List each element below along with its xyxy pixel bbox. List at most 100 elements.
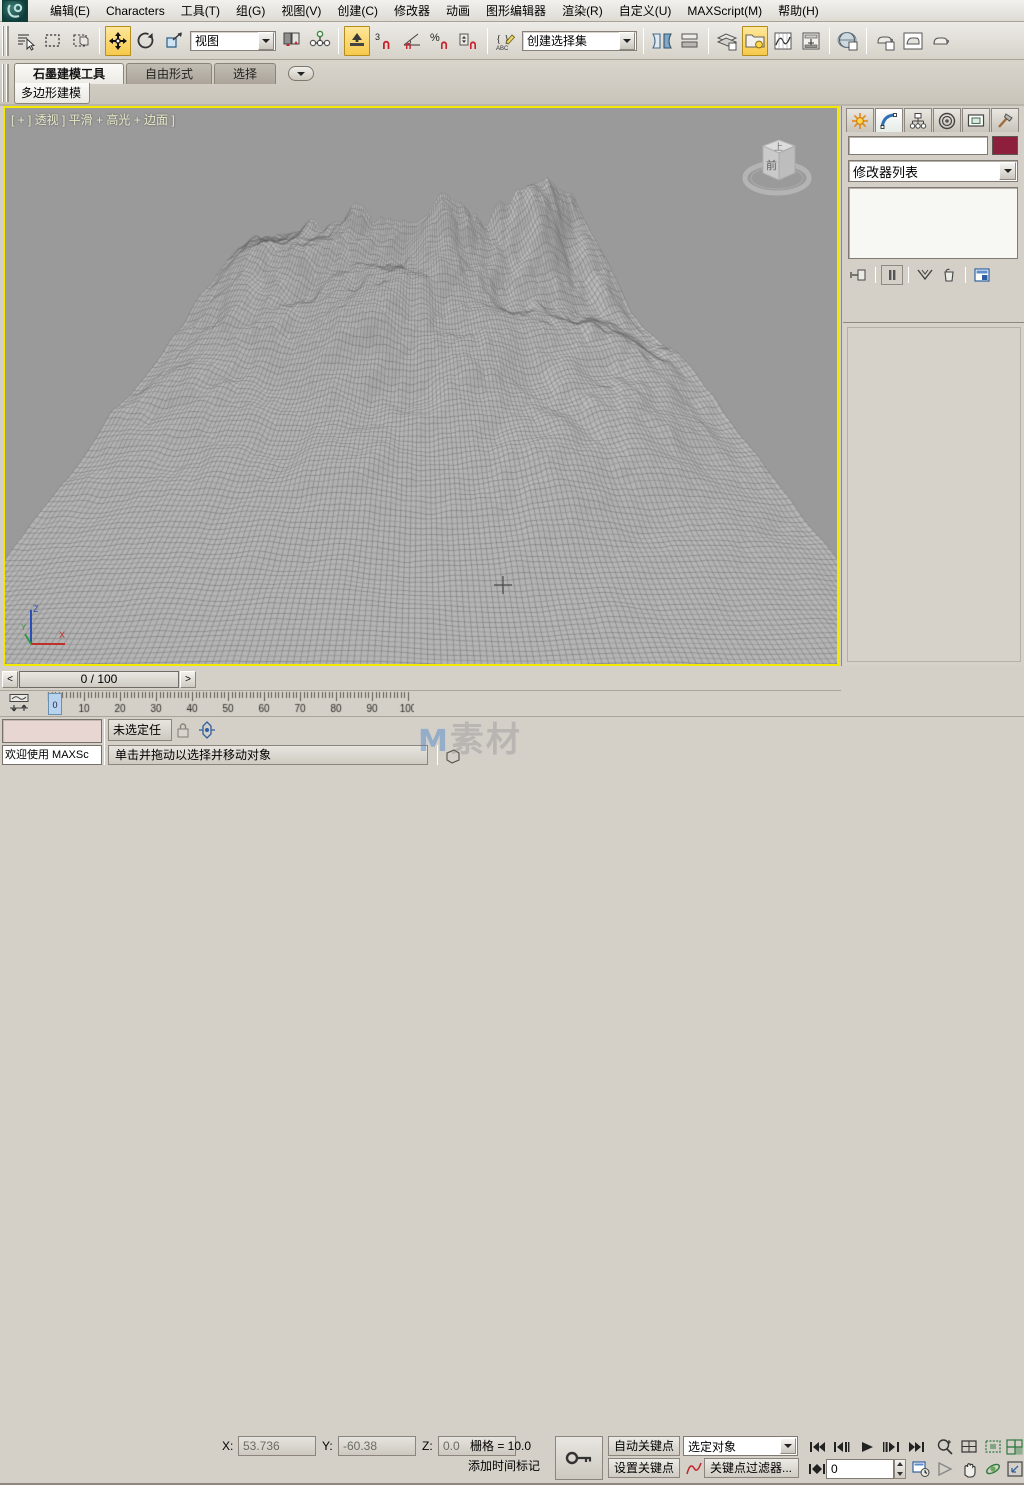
angle-snap-toggle-button[interactable]	[400, 26, 426, 56]
ribbon-grip[interactable]	[2, 64, 9, 102]
zoom-all-button[interactable]	[958, 1436, 980, 1458]
named-selection-sets-combo[interactable]: 创建选择集	[522, 30, 637, 51]
current-frame-field[interactable]: 0	[826, 1459, 894, 1479]
zoom-button[interactable]	[934, 1436, 956, 1458]
create-tab[interactable]	[846, 108, 874, 132]
coord-x[interactable]: 53.736	[238, 1436, 316, 1456]
align-button[interactable]	[677, 26, 703, 56]
hierarchy-tab[interactable]	[904, 108, 932, 132]
modifier-stack-list[interactable]	[848, 187, 1018, 259]
terrain-mesh-canvas[interactable]	[5, 108, 837, 664]
rectangular-selection-region-button[interactable]	[40, 26, 66, 56]
key-mode-combo[interactable]: 选定对象	[683, 1436, 798, 1456]
menu-rendering[interactable]: 渲染(R)	[554, 2, 611, 20]
field-of-view-button[interactable]	[934, 1458, 956, 1480]
use-pivot-point-center-button[interactable]	[279, 26, 305, 56]
modify-tab[interactable]	[875, 108, 903, 132]
ribbon-subtab-polygon-modeling[interactable]: 多边形建模	[14, 83, 91, 104]
make-unique-button[interactable]	[914, 265, 936, 285]
maxscript-listener-entry[interactable]: 欢迎使用 MAXSc	[2, 745, 102, 765]
set-key-button[interactable]: 设置关键点	[608, 1458, 680, 1478]
toggle-scene-explorer-button[interactable]	[742, 25, 768, 56]
next-frame-button[interactable]	[880, 1436, 902, 1458]
spinner-snap-toggle-button[interactable]	[456, 26, 482, 56]
edit-named-selection-sets-button[interactable]: { } ABC	[493, 26, 519, 56]
coord-system-chevron-down-icon[interactable]	[258, 31, 274, 50]
select-by-name-button[interactable]	[12, 26, 38, 56]
select-and-scale-button[interactable]	[161, 26, 187, 56]
go-to-end-button[interactable]	[906, 1436, 928, 1458]
menu-tools[interactable]: 工具(T)	[173, 2, 228, 20]
menu-characters[interactable]: Characters	[98, 2, 173, 20]
toolbar-grip[interactable]	[2, 25, 9, 56]
select-and-move-button[interactable]	[105, 25, 131, 56]
menu-edit[interactable]: 编辑(E)	[42, 2, 98, 20]
ribbon-tab-graphite-modeling[interactable]: 石墨建模工具	[14, 63, 125, 84]
selection-lock-toggle-button[interactable]	[172, 719, 194, 741]
key-mode-chevron-down-icon[interactable]	[780, 1438, 796, 1454]
render-production-button[interactable]	[928, 26, 954, 56]
viewport-label[interactable]: [ + ] 透视 ] 平滑 + 高光 + 边面 ]	[11, 111, 175, 128]
key-curve-icon[interactable]	[683, 1457, 705, 1479]
schematic-view-button[interactable]	[798, 26, 824, 56]
display-tab[interactable]	[962, 108, 990, 132]
perspective-viewport[interactable]: [ + ] 透视 ] 平滑 + 高光 + 边面 ] 上 前 Z X Y	[3, 106, 839, 666]
menu-maxscript[interactable]: MAXScript(M)	[679, 2, 770, 20]
time-slider-frame-display[interactable]: 0 / 100	[19, 670, 179, 688]
mirror-button[interactable]	[649, 26, 675, 56]
zoom-extents-button[interactable]	[982, 1436, 1004, 1458]
configure-modifier-sets-button[interactable]	[971, 265, 993, 285]
menu-graph-editors[interactable]: 图形编辑器	[478, 2, 554, 20]
curve-editor-button[interactable]	[770, 26, 796, 56]
open-mini-curve-editor-button[interactable]	[2, 693, 36, 715]
select-and-manipulate-button[interactable]	[307, 26, 333, 56]
menu-create[interactable]: 创建(C)	[329, 2, 386, 20]
track-bar[interactable]: 0	[0, 690, 841, 717]
maxscript-listener-output[interactable]	[2, 719, 102, 743]
utilities-tab[interactable]	[991, 108, 1019, 132]
time-slider-handle[interactable]: 0	[48, 693, 62, 715]
app-logo-icon[interactable]	[2, 0, 28, 22]
rendered-frame-window-button[interactable]	[900, 26, 926, 56]
menu-customize[interactable]: 自定义(U)	[611, 2, 680, 20]
menu-animation[interactable]: 动画	[438, 2, 478, 20]
time-slider-prev-button[interactable]: <	[2, 670, 18, 688]
set-key-toggle-button[interactable]	[555, 1436, 603, 1480]
select-and-rotate-button[interactable]	[133, 26, 159, 56]
coord-y[interactable]: -60.38	[338, 1436, 416, 1456]
render-setup-button[interactable]	[872, 26, 898, 56]
modifier-list-chevron-down-icon[interactable]	[999, 162, 1016, 180]
key-filters-button[interactable]: 关键点过滤器...	[704, 1458, 799, 1478]
menu-help[interactable]: 帮助(H)	[770, 2, 827, 20]
add-time-tag-icon[interactable]	[442, 745, 464, 767]
go-to-start-button[interactable]	[806, 1436, 828, 1458]
viewcube[interactable]: 上 前	[735, 128, 819, 204]
menu-views[interactable]: 视图(V)	[273, 2, 329, 20]
percent-snap-toggle-button[interactable]: %	[428, 26, 454, 56]
zoom-extents-all-button[interactable]	[1004, 1436, 1024, 1458]
remove-modifier-button[interactable]	[938, 265, 960, 285]
maximize-viewport-toggle-button[interactable]	[1004, 1458, 1024, 1480]
pin-stack-button[interactable]	[848, 265, 870, 285]
motion-tab[interactable]	[933, 108, 961, 132]
material-editor-button[interactable]	[835, 26, 861, 56]
orbit-button[interactable]	[982, 1458, 1004, 1480]
auto-key-button[interactable]: 自动关键点	[608, 1436, 680, 1456]
show-end-result-button[interactable]	[881, 265, 903, 285]
pan-view-button[interactable]	[958, 1458, 980, 1480]
named-set-chevron-down-icon[interactable]	[619, 31, 635, 50]
menu-group[interactable]: 组(G)	[228, 2, 273, 20]
reference-coordinate-system-combo[interactable]: 视图	[190, 30, 276, 51]
layer-manager-button[interactable]	[714, 26, 740, 56]
time-slider-next-button[interactable]: >	[180, 670, 196, 688]
window-crossing-button[interactable]	[68, 26, 94, 56]
transform-type-in-icon[interactable]	[196, 719, 218, 741]
object-name-field[interactable]	[848, 136, 988, 155]
modifier-list-dropdown[interactable]: 修改器列表	[848, 160, 1018, 182]
object-color-swatch[interactable]	[992, 136, 1018, 155]
current-frame-spinner[interactable]	[894, 1459, 906, 1479]
ribbon-chevron-down-icon[interactable]	[288, 66, 315, 81]
track-bar-ruler[interactable]	[44, 691, 414, 717]
snaps-toggle-button[interactable]	[344, 25, 370, 56]
snaps-count-button[interactable]: 3	[372, 26, 398, 56]
